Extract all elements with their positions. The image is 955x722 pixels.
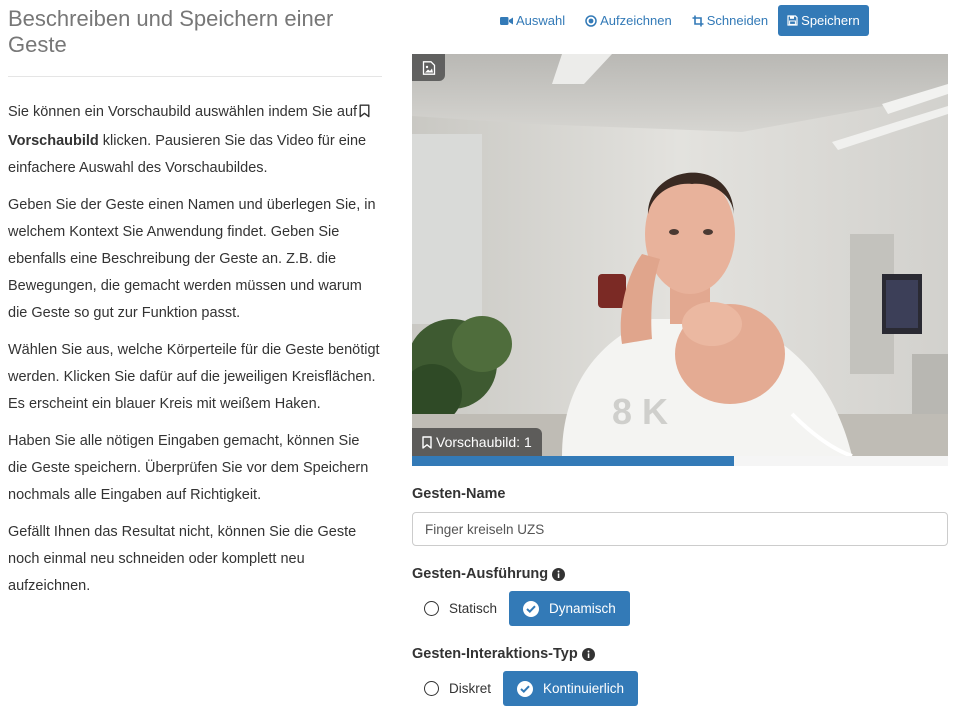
save-label: Speichern <box>801 13 860 28</box>
floppy-disk-icon <box>787 15 798 26</box>
execution-options: Statisch Dynamisch <box>412 591 948 626</box>
interaction-option-continuous-label: Kontinuierlich <box>543 681 625 696</box>
page-title: Beschreiben und Speichern einer Geste <box>8 6 334 57</box>
radio-unchecked-icon <box>424 681 439 696</box>
instruction-paragraph-1: Sie können ein Vorschaubild auswählen in… <box>8 99 382 182</box>
video-progress-bar[interactable] <box>412 456 948 466</box>
info-circle-icon[interactable] <box>552 567 566 581</box>
execution-option-dynamic[interactable]: Dynamisch <box>509 591 630 626</box>
instruction-paragraph-2: Geben Sie der Geste einen Namen und über… <box>8 197 376 321</box>
instructions-text: Sie können ein Vorschaubild auswählen in… <box>8 99 382 600</box>
interaction-option-continuous[interactable]: Kontinuierlich <box>503 671 639 706</box>
gesture-name-label: Gesten-Name <box>412 486 948 502</box>
p1-bold-term: Vorschaubild <box>8 133 99 149</box>
gesture-video[interactable]: 8 K Vorschaubild: 1 <box>412 54 948 456</box>
svg-text:8 K: 8 K <box>612 391 668 432</box>
execution-label-text: Gesten-Ausführung <box>412 566 549 582</box>
instruction-paragraph-5: Gefällt Ihnen das Resultat nicht, können… <box>8 524 357 594</box>
execution-group: Gesten-Ausführung Statisch Dynamisch <box>412 566 948 626</box>
thumbnail-label: Vorschaubild: 1 <box>436 434 532 450</box>
crop-label: Schneiden <box>706 13 769 28</box>
record-icon <box>585 14 597 27</box>
video-frame: 8 K <box>412 54 948 456</box>
radio-unchecked-icon <box>424 601 439 616</box>
gesture-name-input[interactable] <box>412 512 948 546</box>
p1-text-before: Sie können ein Vorschaubild auswählen in… <box>8 104 358 120</box>
save-button[interactable]: Speichern <box>778 5 869 36</box>
interaction-label: Gesten-Interaktions-Typ <box>412 646 948 662</box>
bookmark-icon <box>359 101 370 128</box>
execution-label: Gesten-Ausführung <box>412 566 948 582</box>
step-toolbar: Auswahl Aufzeichnen Schneiden Speichern <box>490 5 869 36</box>
gesture-form: Gesten-Name Gesten-Ausführung Statisch D… <box>412 486 948 706</box>
crop-icon <box>692 15 704 27</box>
gesture-name-label-text: Gesten-Name <box>412 486 506 502</box>
thumbnail-badge[interactable]: Vorschaubild: 1 <box>412 428 542 456</box>
interaction-options: Diskret Kontinuierlich <box>412 671 948 706</box>
image-icon[interactable] <box>412 54 445 81</box>
crop-button[interactable]: Schneiden <box>682 5 778 36</box>
interaction-group: Gesten-Interaktions-Typ Diskret Kontinui… <box>412 646 948 706</box>
interaction-label-text: Gesten-Interaktions-Typ <box>412 646 578 662</box>
instruction-paragraph-4: Haben Sie alle nötigen Eingaben gemacht,… <box>8 433 369 503</box>
bookmark-icon <box>422 435 432 449</box>
instruction-paragraph-3: Wählen Sie aus, welche Körperteile für d… <box>8 342 380 412</box>
check-circle-icon <box>523 600 540 617</box>
video-progress-fill <box>412 456 734 466</box>
select-button[interactable]: Auswahl <box>490 5 575 36</box>
execution-option-static[interactable]: Statisch <box>412 591 509 626</box>
instructions-panel: Beschreiben und Speichern einer Geste Si… <box>8 6 382 610</box>
select-label: Auswahl <box>516 13 566 28</box>
execution-option-static-label: Statisch <box>449 601 498 616</box>
interaction-option-discrete[interactable]: Diskret <box>412 671 503 706</box>
record-label: Aufzeichnen <box>600 13 672 28</box>
info-circle-icon[interactable] <box>581 647 595 661</box>
video-camera-icon <box>500 16 513 26</box>
execution-option-dynamic-label: Dynamisch <box>549 601 616 616</box>
interaction-option-discrete-label: Diskret <box>449 681 492 696</box>
check-circle-icon <box>517 680 534 697</box>
title-divider <box>8 76 382 77</box>
record-button[interactable]: Aufzeichnen <box>575 5 682 36</box>
